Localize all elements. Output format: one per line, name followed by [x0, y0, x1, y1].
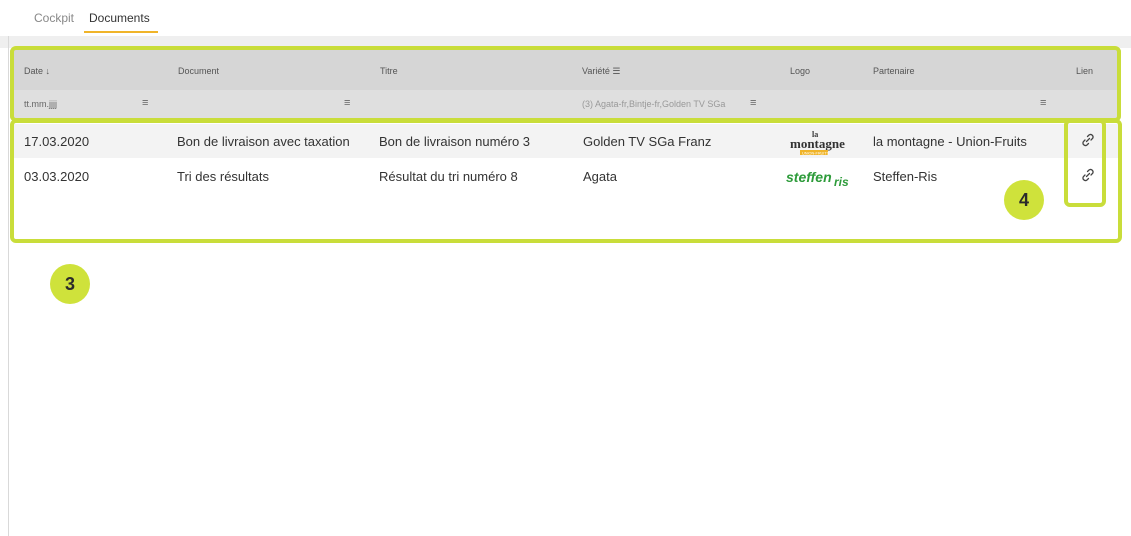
active-tab-indicator [84, 31, 158, 33]
tab-documents[interactable]: Documents [89, 11, 150, 25]
cell-partenaire: la montagne - Union-Fruits [873, 134, 1027, 149]
table-row[interactable]: 17.03.2020 Bon de livraison avec taxatio… [10, 124, 1121, 158]
link-icon[interactable] [1080, 167, 1096, 183]
table-row[interactable]: 03.03.2020 Tri des résultats Résultat du… [10, 159, 1121, 193]
svg-text:ris: ris [834, 175, 849, 189]
document-filter-icon[interactable]: ≡ [344, 97, 350, 109]
date-filter-icon[interactable]: ≡ [142, 97, 148, 109]
tab-cockpit[interactable]: Cockpit [34, 11, 74, 25]
svg-text:steffen: steffen [786, 169, 832, 185]
cell-date: 03.03.2020 [24, 169, 90, 184]
cell-document: Tri des résultats [177, 169, 269, 184]
tab-bar: Cockpit Documents [0, 0, 1131, 36]
column-header-variete-label: Variété [582, 66, 610, 76]
column-header-document[interactable]: Document [178, 66, 219, 76]
toolbar-band [0, 36, 1131, 48]
cell-document: Bon de livraison avec taxation [177, 134, 350, 149]
cell-variete: Agata [583, 169, 617, 184]
cell-partenaire: Steffen-Ris [873, 169, 938, 184]
annotation-badge-3: 3 [50, 264, 90, 304]
filter-row: tt.mm.jjjj ≡ ≡ (3) Agata-fr,Bintje-fr,Go… [10, 90, 1121, 118]
column-header-logo[interactable]: Logo [790, 66, 810, 76]
column-header-date[interactable]: Date ↓ [24, 66, 50, 76]
date-filter-input[interactable]: tt.mm.jjjj [24, 99, 57, 109]
variete-filter-input[interactable]: (3) Agata-fr,Bintje-fr,Golden TV SGa [582, 99, 725, 109]
annotation-badge-4: 4 [1004, 180, 1044, 220]
column-header-variete[interactable]: Variété ☰ [582, 66, 620, 77]
cell-variete: Golden TV SGa Franz [583, 134, 712, 149]
svg-text:montagne: montagne [790, 136, 845, 151]
variete-filter-icon[interactable]: ≡ [750, 97, 756, 109]
column-header-partenaire[interactable]: Partenaire [873, 66, 915, 76]
partner-logo-montagne: la montagne UNION-FRUITS [790, 130, 845, 156]
cell-date: 17.03.2020 [24, 134, 90, 149]
cell-titre: Bon de livraison numéro 3 [379, 134, 531, 149]
panel-border [8, 36, 9, 536]
column-header-titre[interactable]: Titre [380, 66, 398, 76]
cell-titre: Résultat du tri numéro 8 [379, 169, 518, 184]
column-header-lien[interactable]: Lien [1076, 66, 1093, 76]
table-header: Date ↓ Document Titre Variété ☰ Logo Par… [10, 50, 1121, 90]
link-icon[interactable] [1080, 132, 1096, 148]
partenaire-filter-icon[interactable]: ≡ [1040, 97, 1046, 109]
partner-logo-steffen: steffen ris [786, 169, 849, 189]
filter-active-icon: ☰ [612, 66, 621, 76]
svg-text:UNION-FRUITS: UNION-FRUITS [802, 152, 830, 156]
